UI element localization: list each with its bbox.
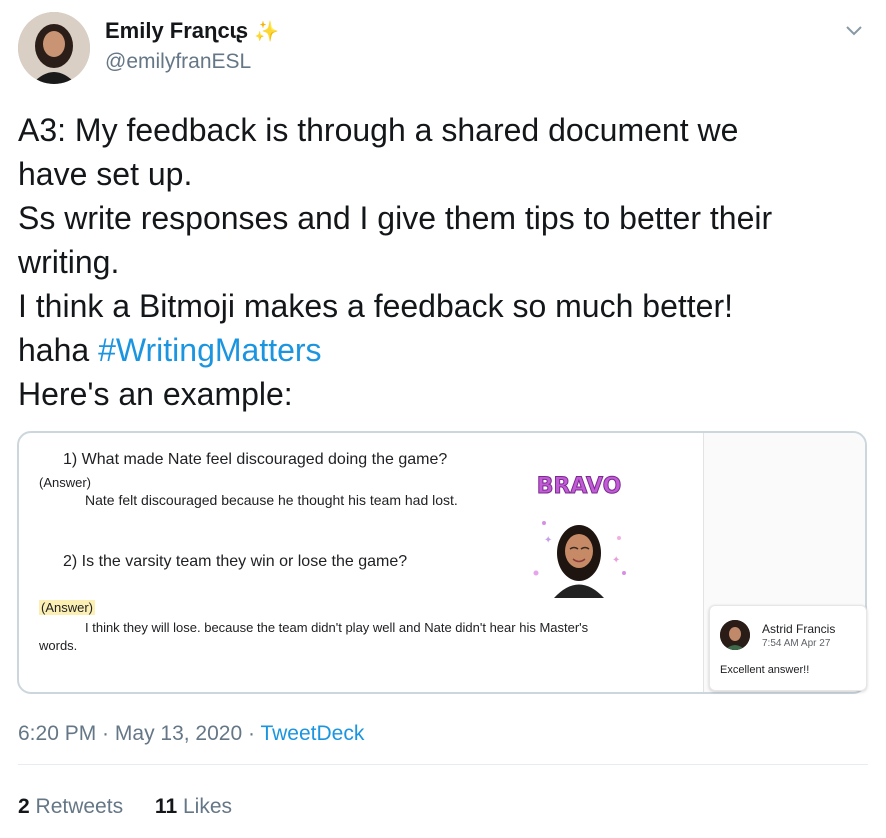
hashtag-link[interactable]: #WritingMatters	[98, 332, 321, 368]
likes-label: Likes	[182, 795, 232, 818]
author-handle[interactable]: @emilyfranESL	[105, 50, 251, 74]
tweet-line: have set up.	[18, 156, 193, 192]
question-1: 1) What made Nate feel discouraged doing…	[63, 451, 448, 468]
commenter-name: Astrid Francis	[762, 622, 836, 636]
tweet-meta: 6:20 PM · May 13, 2020 · TweetDeck	[18, 722, 364, 746]
author-name[interactable]: Emily Fraɳcɩʂ	[105, 18, 248, 44]
likes-count: 11	[154, 795, 178, 818]
answer-label-1: (Answer)	[39, 475, 92, 490]
retweets-count: 2	[18, 795, 30, 818]
tweet-line: Here's an example:	[18, 376, 293, 412]
tweet-source-link[interactable]: TweetDeck	[260, 722, 364, 745]
likes-stat[interactable]: 11 Likes	[155, 795, 232, 818]
author-name-row[interactable]: Emily Fraɳcɩʂ ✨	[105, 18, 279, 44]
star-icon: ✨	[254, 20, 279, 43]
tweet-stats: 2 Retweets 11 Likes	[18, 795, 258, 819]
comment-text: Excellent answer!!	[720, 664, 810, 676]
tweet-time[interactable]: 6:20 PM	[18, 722, 96, 745]
question-2: 2) Is the varsity team they win or lose …	[63, 553, 408, 570]
answer-label-highlight: (Answer)	[39, 600, 96, 615]
tweet-line-hashtag: haha #WritingMatters	[18, 328, 868, 372]
tweet-line: I think a Bitmoji makes a feedback so mu…	[18, 288, 733, 324]
author-avatar[interactable]	[18, 12, 90, 84]
tweet-line: writing.	[18, 244, 120, 280]
commenter-avatar	[720, 620, 750, 650]
tweet-text: A3: My feedback is through a shared docu…	[18, 108, 868, 416]
answer-2-line2: words.	[39, 638, 78, 653]
comment-card: Astrid Francis 7:54 AM Apr 27 Excellent …	[709, 605, 867, 691]
chevron-down-icon[interactable]	[842, 18, 866, 42]
answer-2-line1: I think they will lose. because the team…	[85, 620, 589, 635]
answer-label-2: (Answer)	[39, 600, 96, 615]
retweets-stat[interactable]: 2 Retweets	[18, 795, 123, 818]
retweets-label: Retweets	[35, 795, 124, 818]
meta-separator: ·	[242, 722, 261, 745]
document-screenshot: 1) What made Nate feel discouraged doing…	[19, 433, 703, 692]
tweet-line: A3: My feedback is through a shared docu…	[18, 112, 739, 148]
bitmoji-sticker: BRAVO ✦ ✦	[533, 474, 626, 598]
svg-text:✦: ✦	[544, 535, 552, 546]
tweet-date[interactable]: May 13, 2020	[115, 722, 242, 745]
answer-1: Nate felt discouraged because he thought…	[85, 492, 458, 508]
meta-separator: ·	[96, 722, 115, 745]
comment-time: 7:54 AM Apr 27	[762, 638, 831, 649]
tweet-line: Ss write responses and I give them tips …	[18, 200, 773, 236]
svg-text:✦: ✦	[612, 555, 620, 566]
tweet-line-prefix: haha	[18, 332, 99, 368]
divider	[18, 764, 868, 765]
bravo-text: BRAVO	[537, 474, 622, 499]
